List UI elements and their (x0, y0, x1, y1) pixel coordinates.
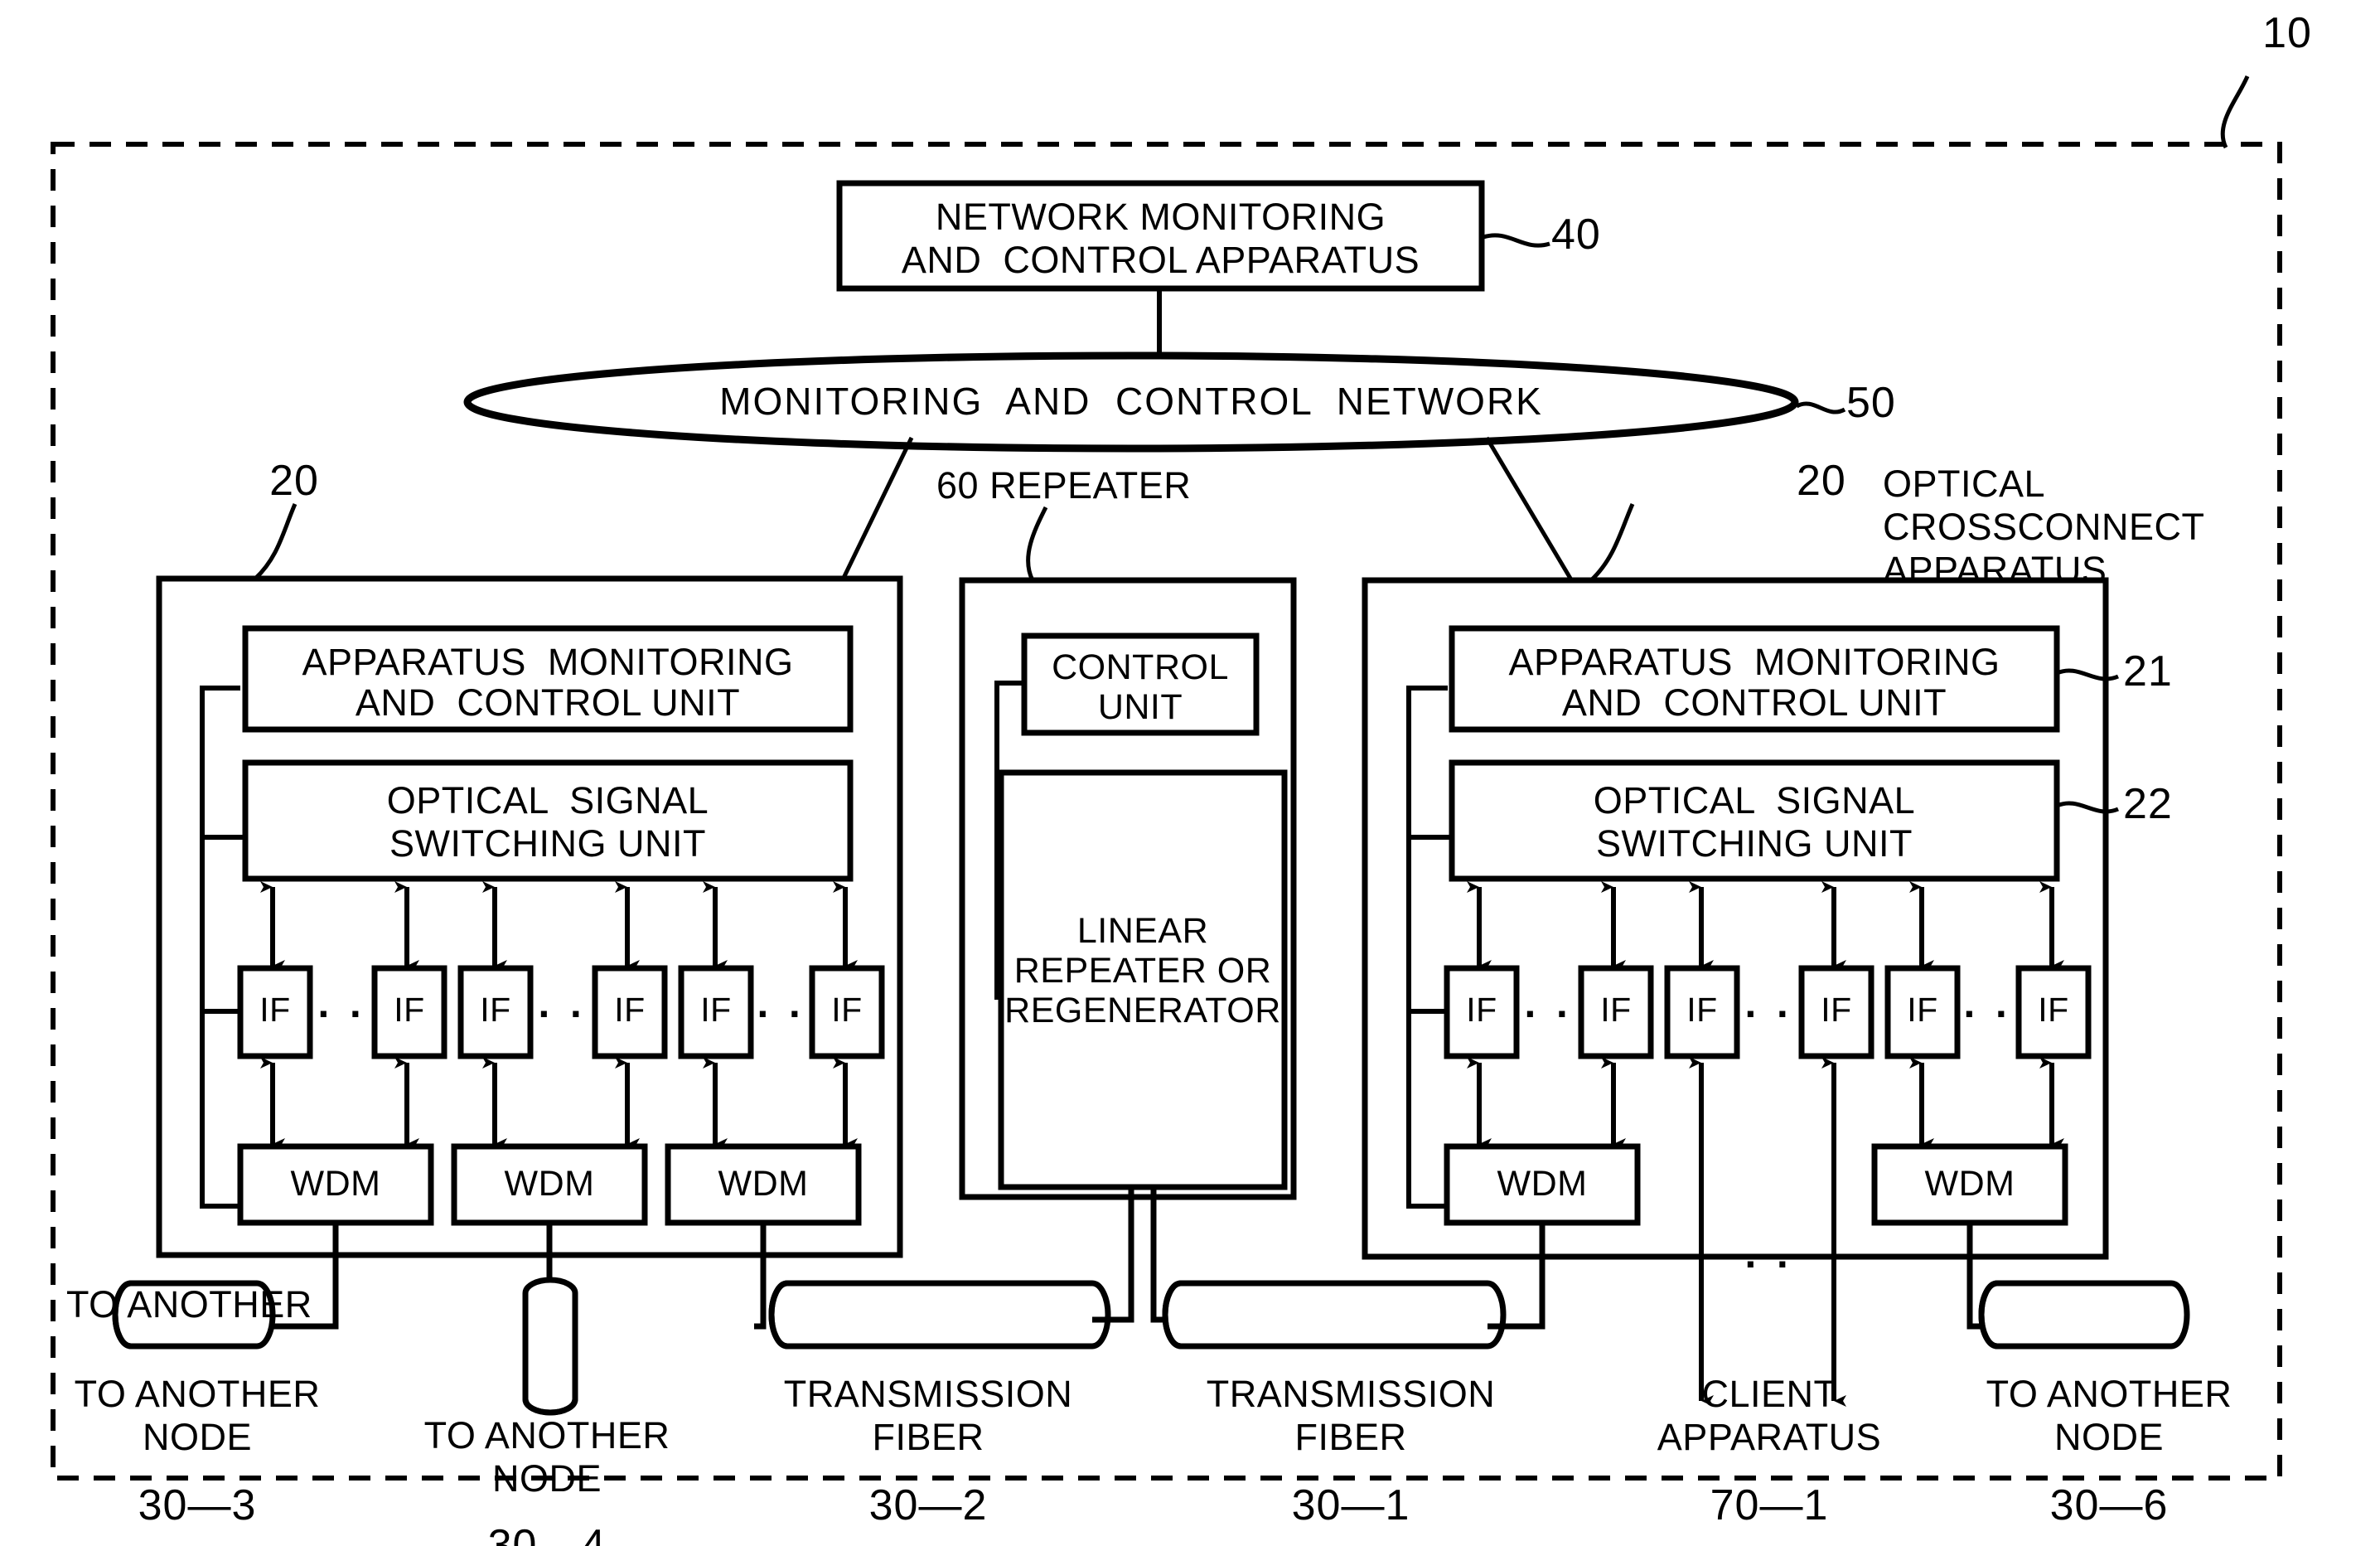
left-wdm-2: WDM (504, 1164, 595, 1204)
left-if-dots-3: · · (757, 991, 806, 1037)
nmc-apparatus-line2: AND CONTROL APPARATUS (901, 239, 1420, 281)
right-if-6: IF (2038, 991, 2069, 1029)
caption-70-1-ref: 70—1 (1710, 1481, 1829, 1529)
right-amc-unit-line1: APPARATUS MONITORING (1508, 641, 2000, 683)
ref-right-20: 20 (1797, 457, 1846, 505)
ref-40: 40 (1551, 211, 1601, 259)
patent-figure: 10 NETWORK MONITORING AND CONTROL APPARA… (0, 0, 2380, 1546)
left-if-5: IF (700, 991, 732, 1029)
caption-30-3-ref: 30—3 (138, 1481, 257, 1529)
left-if-dots-1: · · (317, 991, 367, 1037)
leader-50 (1795, 401, 1846, 414)
caption-70-1-line1: CLIENT (1701, 1373, 1837, 1415)
left-wdm-1: WDM (290, 1164, 381, 1204)
right-amc-unit-line2: AND CONTROL UNIT (1561, 681, 1947, 724)
caption-30-6-line1: TO ANOTHER (1986, 1373, 2232, 1415)
caption-30-1-line2: FIBER (1294, 1416, 1407, 1458)
ref-10: 10 (2262, 9, 2312, 57)
caption-30-2-line2: FIBER (872, 1416, 984, 1458)
right-if-dots-1: · · (1524, 991, 1574, 1037)
leader-right-20 (1589, 502, 1635, 582)
left-if-1: IF (259, 991, 291, 1029)
right-switching-unit-line2: SWITCHING UNIT (1596, 822, 1913, 865)
right-switching-unit-line1: OPTICAL SIGNAL (1593, 779, 1916, 821)
repeater-title-text: REPEATER (989, 464, 1192, 506)
nmc-apparatus-line1: NETWORK MONITORING (935, 196, 1386, 238)
left-amc-unit-line1: APPARATUS MONITORING (302, 641, 794, 683)
ref-50: 50 (1846, 379, 1896, 427)
caption-30-3-line2: NODE (142, 1416, 252, 1458)
ref-60: 60 (936, 464, 980, 506)
repeater-control-unit-line2: UNIT (1097, 687, 1183, 727)
repeater-control-unit-line1: CONTROL (1052, 647, 1229, 687)
repeater-linear-line3: REGENERATOR (1004, 991, 1281, 1030)
fiber-cylinder-30-6 (1978, 1280, 2190, 1350)
fiber-cylinder-30-1 (1162, 1280, 1507, 1350)
fiber-cylinder-30-2 (768, 1280, 1111, 1350)
leader-10 (2220, 75, 2250, 149)
caption-30-2-ref: 30—2 (868, 1481, 988, 1529)
fiber-cylinder-30-4 (522, 1277, 578, 1416)
right-apparatus-title-line1: OPTICAL (1883, 463, 2046, 505)
caption-70-1-line2: APPARATUS (1657, 1416, 1882, 1458)
right-if-2: IF (1600, 991, 1632, 1029)
right-if-dots-2: · · (1744, 991, 1794, 1037)
right-apparatus-title-line3: APPARATUS (1883, 549, 2107, 591)
ref-22: 22 (2123, 780, 2173, 828)
caption-30-4-ref: 30—4 (487, 1521, 607, 1546)
right-wdm-1: WDM (1497, 1164, 1588, 1204)
caption-30-6-ref: 30—6 (2049, 1481, 2169, 1529)
ref-left-20: 20 (269, 457, 319, 505)
caption-30-1-line1: TRANSMISSION (1206, 1373, 1496, 1415)
ref-21: 21 (2123, 647, 2173, 695)
leader-60 (1026, 506, 1048, 582)
caption-30-1-ref: 30—1 (1291, 1481, 1410, 1529)
left-if-6: IF (831, 991, 863, 1029)
left-if-dots-2: · · (538, 991, 588, 1037)
left-if-4: IF (614, 991, 646, 1029)
client-apparatus-dots: · · (1744, 1241, 1794, 1287)
left-amc-unit-line2: AND CONTROL UNIT (355, 681, 741, 724)
caption-30-6-line2: NODE (2053, 1416, 2164, 1458)
right-if-5: IF (1907, 991, 1938, 1029)
repeater-linear-line1: LINEAR (1076, 911, 1209, 951)
right-if-dots-3: · · (1963, 991, 2013, 1037)
repeater-title: 60 REPEATER (936, 464, 1318, 506)
caption-30-2-line1: TRANSMISSION (783, 1373, 1073, 1415)
caption-30-4-line2: NODE (491, 1457, 602, 1500)
caption-30-3-line1-real: TO ANOTHER (74, 1373, 321, 1415)
network-cloud-label: MONITORING AND CONTROL NETWORK (719, 380, 1543, 423)
right-apparatus-title-line2: CROSSCONNECT (1883, 506, 2205, 548)
leader-40 (1483, 233, 1550, 248)
left-switching-unit-line2: SWITCHING UNIT (389, 822, 706, 865)
right-if-3: IF (1686, 991, 1718, 1029)
left-wdm-3: WDM (718, 1164, 809, 1204)
left-if-3: IF (480, 991, 511, 1029)
right-if-1: IF (1466, 991, 1497, 1029)
right-wdm-2: WDM (1924, 1164, 2015, 1204)
left-switching-unit-line1: OPTICAL SIGNAL (386, 779, 709, 821)
leader-left-20 (254, 502, 298, 580)
right-if-4: IF (1821, 991, 1852, 1029)
caption-30-4-line1: TO ANOTHER (423, 1414, 670, 1456)
repeater-linear-line2: REPEATER OR (1013, 951, 1272, 991)
left-if-2: IF (394, 991, 425, 1029)
